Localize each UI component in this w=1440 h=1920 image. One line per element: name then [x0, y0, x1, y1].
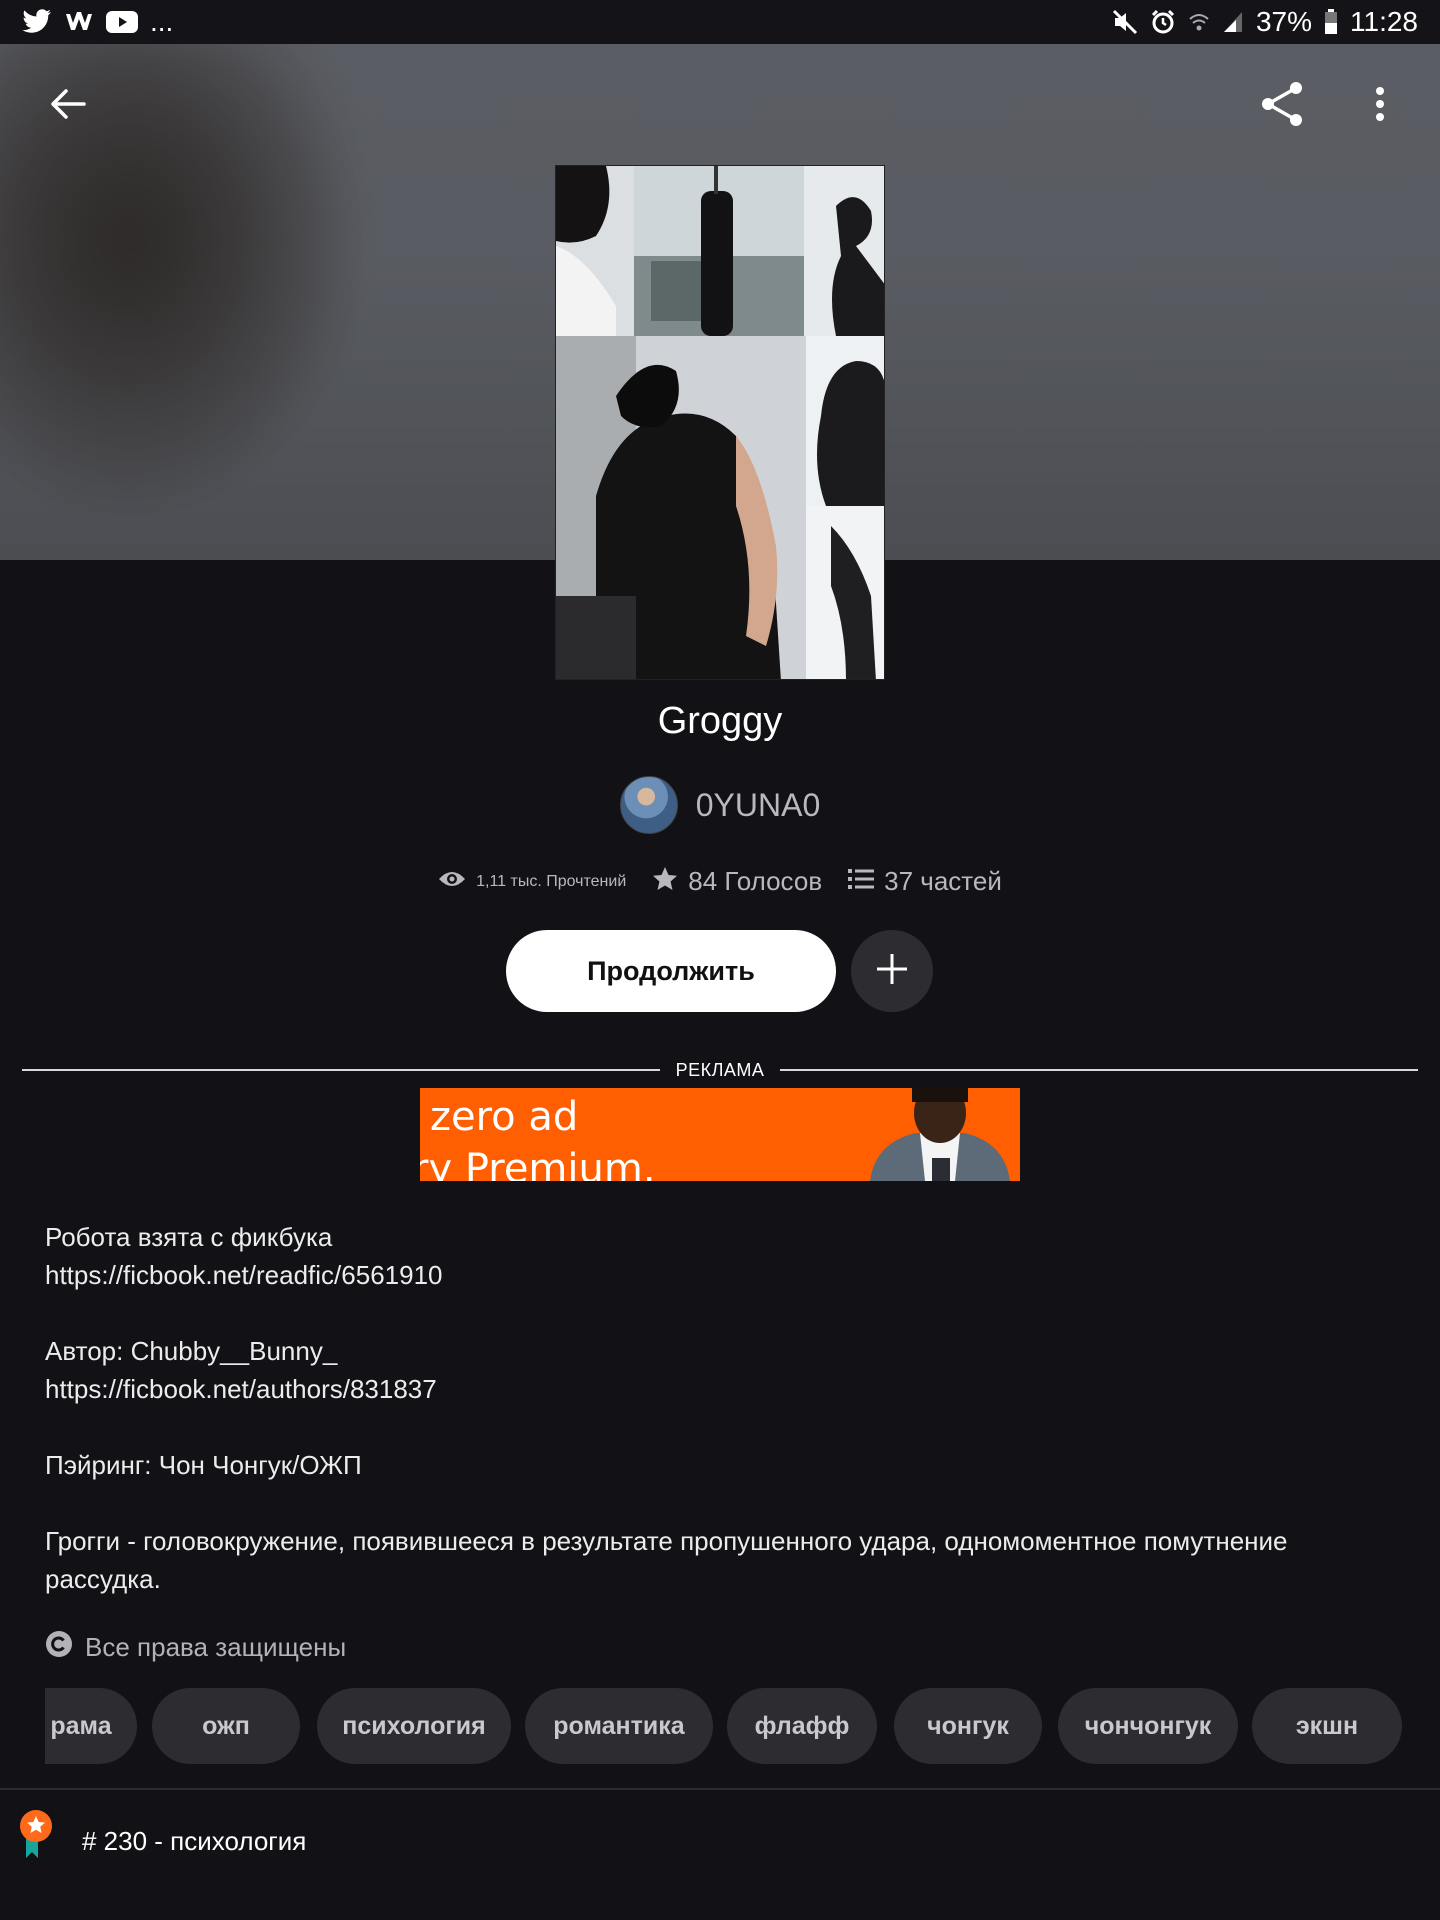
parts-count[interactable]: 37 частей: [884, 866, 1002, 897]
wattpad-icon: [64, 10, 94, 34]
book-cover[interactable]: [555, 165, 885, 680]
share-button[interactable]: [1250, 74, 1314, 138]
clock: 11:28: [1350, 6, 1418, 37]
ad-divider: РЕКЛАМА: [22, 1059, 1419, 1080]
votes-stat: 84 Голосов: [652, 866, 822, 897]
ad-text-line1: zero ad: [430, 1094, 579, 1140]
status-bar-right: 37% 11:28: [1112, 6, 1418, 38]
ad-divider-line-right: [780, 1069, 1419, 1071]
story-stats: 1,11 тыс. Прочтений 84 Голосов 37 частей: [0, 866, 1440, 897]
copyright-icon: [45, 1630, 73, 1665]
mute-icon: [1112, 9, 1138, 35]
battery-percent: 37%: [1255, 6, 1312, 37]
ranking-badge-icon: [18, 1808, 54, 1860]
tag-label: чонгук: [927, 1711, 1009, 1740]
section-divider: [0, 1788, 1440, 1790]
tag-chip[interactable]: психология: [317, 1688, 511, 1764]
twitter-icon: [22, 9, 52, 35]
more-options-button[interactable]: [1348, 74, 1412, 138]
tag-chip[interactable]: ожп: [152, 1688, 300, 1764]
signal-icon: [1222, 10, 1244, 34]
add-to-library-button[interactable]: [851, 930, 933, 1012]
ad-text-line2: ry Premium.: [420, 1146, 656, 1181]
tag-chip[interactable]: рама: [45, 1688, 137, 1764]
story-title: Groggy: [657, 700, 783, 742]
reads-stat: 1,11 тыс. Прочтений: [438, 869, 626, 894]
tag-chip[interactable]: флафф: [727, 1688, 877, 1764]
parts-stat[interactable]: 37 частей: [848, 866, 1002, 897]
copyright-label: Все права защищены: [85, 1632, 347, 1662]
arrow-left-icon: [50, 88, 86, 125]
tag-chip[interactable]: романтика: [525, 1688, 713, 1764]
status-bar: ... 37% 11:28: [0, 0, 1440, 44]
status-overflow: ...: [150, 6, 174, 37]
author-name[interactable]: 0YUNA0: [696, 787, 821, 824]
more-vertical-icon: [1374, 86, 1386, 127]
tag-chip[interactable]: экшн: [1252, 1688, 1402, 1764]
story-description: Робота взята с фикбука https://ficbook.n…: [45, 1222, 1288, 1594]
votes-count: 84 Голосов: [688, 866, 823, 896]
copyright-row: Все права защищены: [45, 1630, 346, 1665]
avatar[interactable]: [619, 776, 678, 834]
tag-label: рама: [50, 1711, 112, 1740]
share-icon: [1258, 80, 1306, 133]
tag-label: романтика: [553, 1711, 685, 1740]
tag-list: рама ожп психология романтика флафф чонг…: [45, 1688, 1405, 1764]
ranking-row[interactable]: # 230 - психология: [0, 1808, 1440, 1878]
reads-count: 1,11 тыс. Прочтений: [476, 872, 627, 890]
cover-collage-image: [556, 166, 884, 679]
eye-icon: [438, 869, 466, 894]
continue-reading-button[interactable]: Продолжить: [506, 930, 836, 1012]
tag-label: психология: [342, 1711, 486, 1740]
youtube-icon: [106, 10, 138, 34]
author-link[interactable]: 0YUNA0: [0, 776, 1440, 834]
ad-label: РЕКЛАМА: [675, 1059, 765, 1080]
back-button[interactable]: [36, 74, 100, 138]
tag-label: экшн: [1295, 1711, 1359, 1740]
alarm-icon: [1150, 9, 1176, 35]
tag-chip[interactable]: чонгук: [894, 1688, 1042, 1764]
tag-label: флафф: [754, 1711, 850, 1740]
star-icon: [652, 866, 678, 897]
tag-chip[interactable]: чончонгук: [1058, 1688, 1238, 1764]
tag-label: ожп: [202, 1711, 250, 1740]
ranking-label[interactable]: # 230 - психология: [82, 1826, 306, 1857]
status-bar-left: ...: [22, 6, 173, 38]
ad-divider-line-left: [22, 1069, 660, 1071]
ad-banner[interactable]: zero ad ry Premium.: [420, 1088, 1020, 1181]
plus-icon: [875, 952, 909, 991]
battery-icon: [1324, 9, 1338, 35]
ad-person-image: [870, 1088, 1010, 1181]
list-icon: [848, 868, 875, 895]
tag-label: чончонгук: [1084, 1711, 1212, 1740]
wifi-icon: [1188, 9, 1210, 35]
